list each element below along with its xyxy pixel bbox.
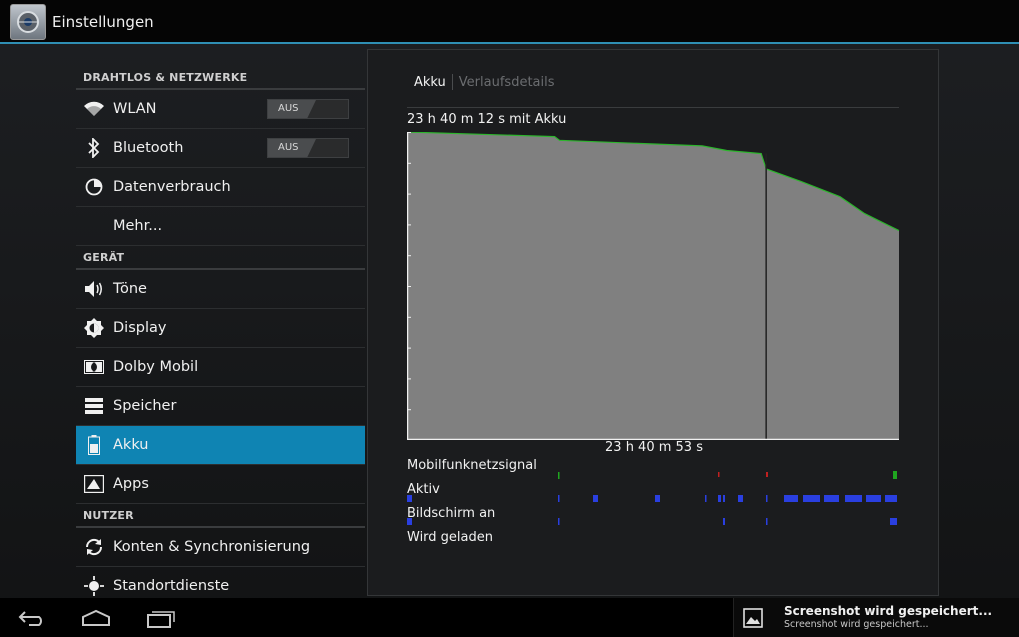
settings-item-label: Apps xyxy=(113,476,149,492)
blank-icon xyxy=(83,215,105,237)
awake-start-mark xyxy=(407,495,412,502)
awake-mark xyxy=(738,495,743,502)
bluetooth-icon xyxy=(83,137,105,159)
settings-item-bluetooth[interactable]: Bluetooth AUS xyxy=(76,129,365,168)
battery-duration: 23 h 40 m 12 s mit Akku xyxy=(407,112,567,127)
settings-item-label: WLAN xyxy=(113,101,157,117)
awake-mark xyxy=(803,495,820,502)
settings-item-storage[interactable]: Speicher xyxy=(76,387,365,426)
awake-mark xyxy=(723,495,725,502)
brightness-icon xyxy=(83,317,105,339)
signal-mark xyxy=(893,471,897,479)
settings-item-battery[interactable]: Akku xyxy=(76,426,365,465)
signal-strips xyxy=(558,471,897,525)
battery-tabs: Akku Verlaufsdetails xyxy=(414,72,555,92)
tab-separator xyxy=(451,74,453,90)
section-header-user: NUTZER xyxy=(76,504,365,528)
settings-item-apps[interactable]: Apps xyxy=(76,465,365,504)
screen-mark xyxy=(723,518,725,525)
apps-icon xyxy=(83,473,105,495)
settings-item-sounds[interactable]: Töne xyxy=(76,270,365,309)
awake-mark xyxy=(824,495,839,502)
tab-battery[interactable]: Akku xyxy=(414,75,452,90)
notification-subtitle: Screenshot wird gespeichert... xyxy=(784,619,929,630)
battery-icon xyxy=(83,434,105,456)
settings-item-display[interactable]: Display xyxy=(76,309,365,348)
awake-mark xyxy=(885,495,897,502)
awake-mark xyxy=(784,495,798,502)
settings-item-dolby[interactable]: Dolby Mobil xyxy=(76,348,365,387)
settings-item-wlan[interactable]: WLAN AUS xyxy=(76,90,365,129)
wlan-toggle[interactable]: AUS xyxy=(267,99,349,119)
awake-mark xyxy=(705,495,707,502)
signal-label: Mobilfunknetzsignal xyxy=(407,458,537,473)
data-usage-icon xyxy=(83,176,105,198)
settings-item-label: Speicher xyxy=(113,398,177,414)
settings-item-label: Akku xyxy=(113,437,149,453)
wifi-icon xyxy=(83,98,105,120)
signal-mark xyxy=(766,472,768,477)
settings-item-label: Bluetooth xyxy=(113,140,184,156)
settings-list: DRAHTLOS & NETZWERKE WLAN AUS Bluetooth … xyxy=(76,66,365,598)
storage-icon xyxy=(83,395,105,417)
settings-item-accounts-sync[interactable]: Konten & Synchronisierung xyxy=(76,528,365,567)
settings-item-label: Datenverbrauch xyxy=(113,179,231,195)
settings-item-label: Standortdienste xyxy=(113,578,230,594)
row-start-marks xyxy=(407,495,412,525)
battery-level-area xyxy=(407,132,899,440)
settings-item-label: Konten & Synchronisierung xyxy=(113,539,311,555)
bluetooth-toggle-state: AUS xyxy=(268,139,316,157)
screen-mark xyxy=(766,518,768,525)
home-icon xyxy=(82,609,110,626)
charging-label: Wird geladen xyxy=(407,530,493,545)
location-icon xyxy=(83,575,105,597)
awake-mark xyxy=(718,495,721,502)
section-header-device: GERÄT xyxy=(76,246,365,270)
awake-mark xyxy=(845,495,862,502)
signal-mark xyxy=(558,472,560,479)
recents-icon xyxy=(147,611,175,628)
screenshot-notification[interactable]: Screenshot wird gespeichert... Screensho… xyxy=(733,598,1019,637)
tab-underline xyxy=(407,107,899,108)
awake-mark xyxy=(655,495,660,502)
awake-mark xyxy=(866,495,881,502)
screen-start-mark xyxy=(407,518,412,525)
dolby-icon xyxy=(83,356,105,378)
chart-time-label: 23 h 40 m 53 s xyxy=(605,440,703,455)
signal-mark xyxy=(718,472,720,477)
settings-item-label: Mehr... xyxy=(113,218,163,234)
awake-mark xyxy=(766,495,768,502)
settings-app: Einstellungen DRAHTLOS & NETZWERKE WLAN … xyxy=(0,0,1019,637)
battery-panel: Akku Verlaufsdetails 23 h 40 m 12 s mit … xyxy=(367,49,939,596)
sync-icon xyxy=(83,536,105,558)
awake-mark xyxy=(558,495,560,502)
screen-mark xyxy=(890,518,897,525)
app-title: Einstellungen xyxy=(52,13,154,31)
bluetooth-toggle[interactable]: AUS xyxy=(267,138,349,158)
speaker-icon xyxy=(83,278,105,300)
section-header-wireless: DRAHTLOS & NETZWERKE xyxy=(76,66,365,90)
settings-item-label: Töne xyxy=(113,281,147,297)
settings-item-more[interactable]: Mehr... xyxy=(76,207,365,246)
battery-chart xyxy=(407,132,899,440)
settings-item-label: Dolby Mobil xyxy=(113,359,199,375)
settings-app-icon[interactable] xyxy=(10,4,46,40)
tab-history-details[interactable]: Verlaufsdetails xyxy=(459,75,555,90)
notification-title: Screenshot wird gespeichert... xyxy=(784,604,993,618)
settings-item-location[interactable]: Standortdienste xyxy=(76,567,365,598)
wlan-toggle-state: AUS xyxy=(268,100,316,118)
screen-on-label: Bildschirm an xyxy=(407,506,496,521)
screen-mark xyxy=(558,518,560,525)
back-button[interactable] xyxy=(12,606,52,630)
title-bar: Einstellungen xyxy=(0,0,1019,44)
awake-mark xyxy=(593,495,598,502)
back-icon xyxy=(18,611,42,626)
recents-button[interactable] xyxy=(140,606,180,630)
settings-item-data-usage[interactable]: Datenverbrauch xyxy=(76,168,365,207)
settings-item-label: Display xyxy=(113,320,167,336)
image-icon xyxy=(743,608,763,628)
home-button[interactable] xyxy=(76,606,116,630)
